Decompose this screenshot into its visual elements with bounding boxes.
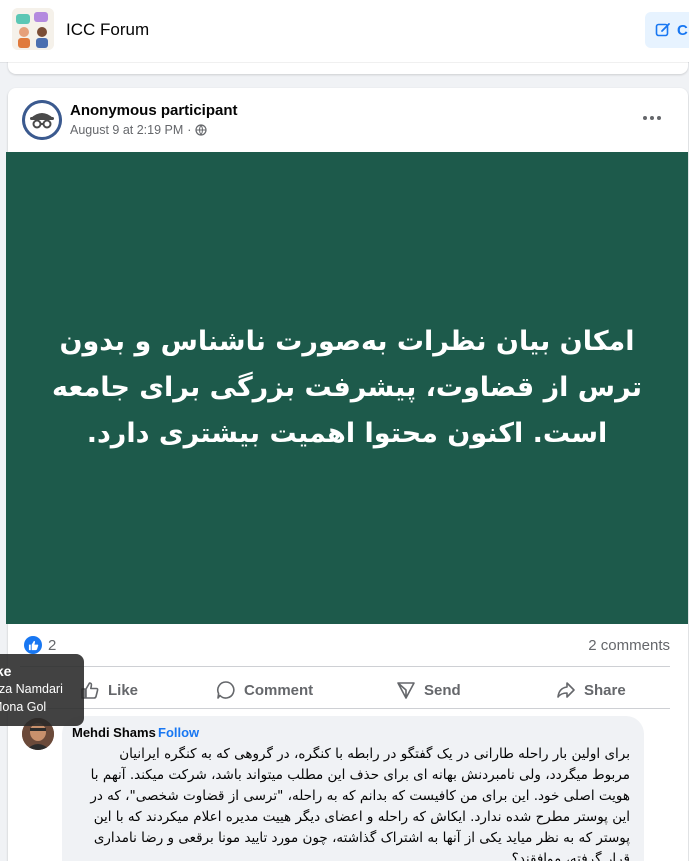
create-post-button[interactable]: C xyxy=(645,12,689,48)
post-actions: Like Comment Send Share xyxy=(8,672,688,708)
commenter-name[interactable]: Mehdi Shams xyxy=(72,725,156,740)
like-button[interactable]: Like xyxy=(80,672,138,708)
reactions-tooltip: ike eza Namdari Mona Gol xyxy=(0,654,84,726)
group-name[interactable]: ICC Forum xyxy=(66,20,149,40)
divider xyxy=(20,666,670,667)
more-options-button[interactable] xyxy=(632,106,672,130)
globe-icon xyxy=(195,124,208,136)
more-icon xyxy=(643,116,647,120)
like-label: Like xyxy=(108,681,139,699)
post-meta: August 9 at 2:19 PM · xyxy=(70,123,208,137)
send-label: Send xyxy=(424,681,461,699)
share-label: Share xyxy=(584,681,626,699)
follow-separator: · xyxy=(148,725,153,740)
post-image-text: امکان بیان نظرات به‌صورت ناشناس و بدون ت… xyxy=(51,326,643,449)
comment-button[interactable]: Comment xyxy=(216,672,313,708)
edit-icon xyxy=(655,23,670,37)
comment-icon xyxy=(217,681,235,699)
more-icon-dot xyxy=(650,116,654,120)
comment-text: برای اولین بار راحله طارانی در یک گفتگو … xyxy=(90,746,630,861)
more-icon-dot xyxy=(657,116,661,120)
comment-bubble: Mehdi Shams · Follow برای اولین بار راحل… xyxy=(62,716,644,861)
post-card: Anonymous participant August 9 at 2:19 P… xyxy=(6,88,688,861)
group-avatar[interactable] xyxy=(12,8,54,50)
share-icon xyxy=(557,682,575,698)
tooltip-name: eza Namdari xyxy=(0,682,63,696)
comments-count[interactable]: 2 comments xyxy=(588,637,670,654)
meta-separator: · xyxy=(187,123,192,137)
follow-button[interactable]: Follow xyxy=(158,725,199,740)
like-reaction-icon[interactable] xyxy=(24,636,42,654)
reactions-summary: 2 2 comments xyxy=(8,632,688,662)
create-post-label: C xyxy=(677,21,688,39)
send-button[interactable]: Send xyxy=(396,672,461,708)
group-header: ICC Forum C xyxy=(0,0,689,62)
reaction-count[interactable]: 2 xyxy=(48,637,56,654)
anonymous-avatar-icon[interactable] xyxy=(22,100,62,140)
post-image[interactable]: امکان بیان نظرات به‌صورت ناشناس و بدون ت… xyxy=(6,152,688,624)
comment-label: Comment xyxy=(244,681,314,699)
post-timestamp[interactable]: August 9 at 2:19 PM xyxy=(70,123,183,137)
send-icon xyxy=(397,682,415,699)
tooltip-title: ike xyxy=(0,663,12,679)
share-button[interactable]: Share xyxy=(556,672,626,708)
tooltip-name: Mona Gol xyxy=(0,700,47,714)
post-author[interactable]: Anonymous participant xyxy=(70,102,238,119)
divider xyxy=(20,708,670,709)
